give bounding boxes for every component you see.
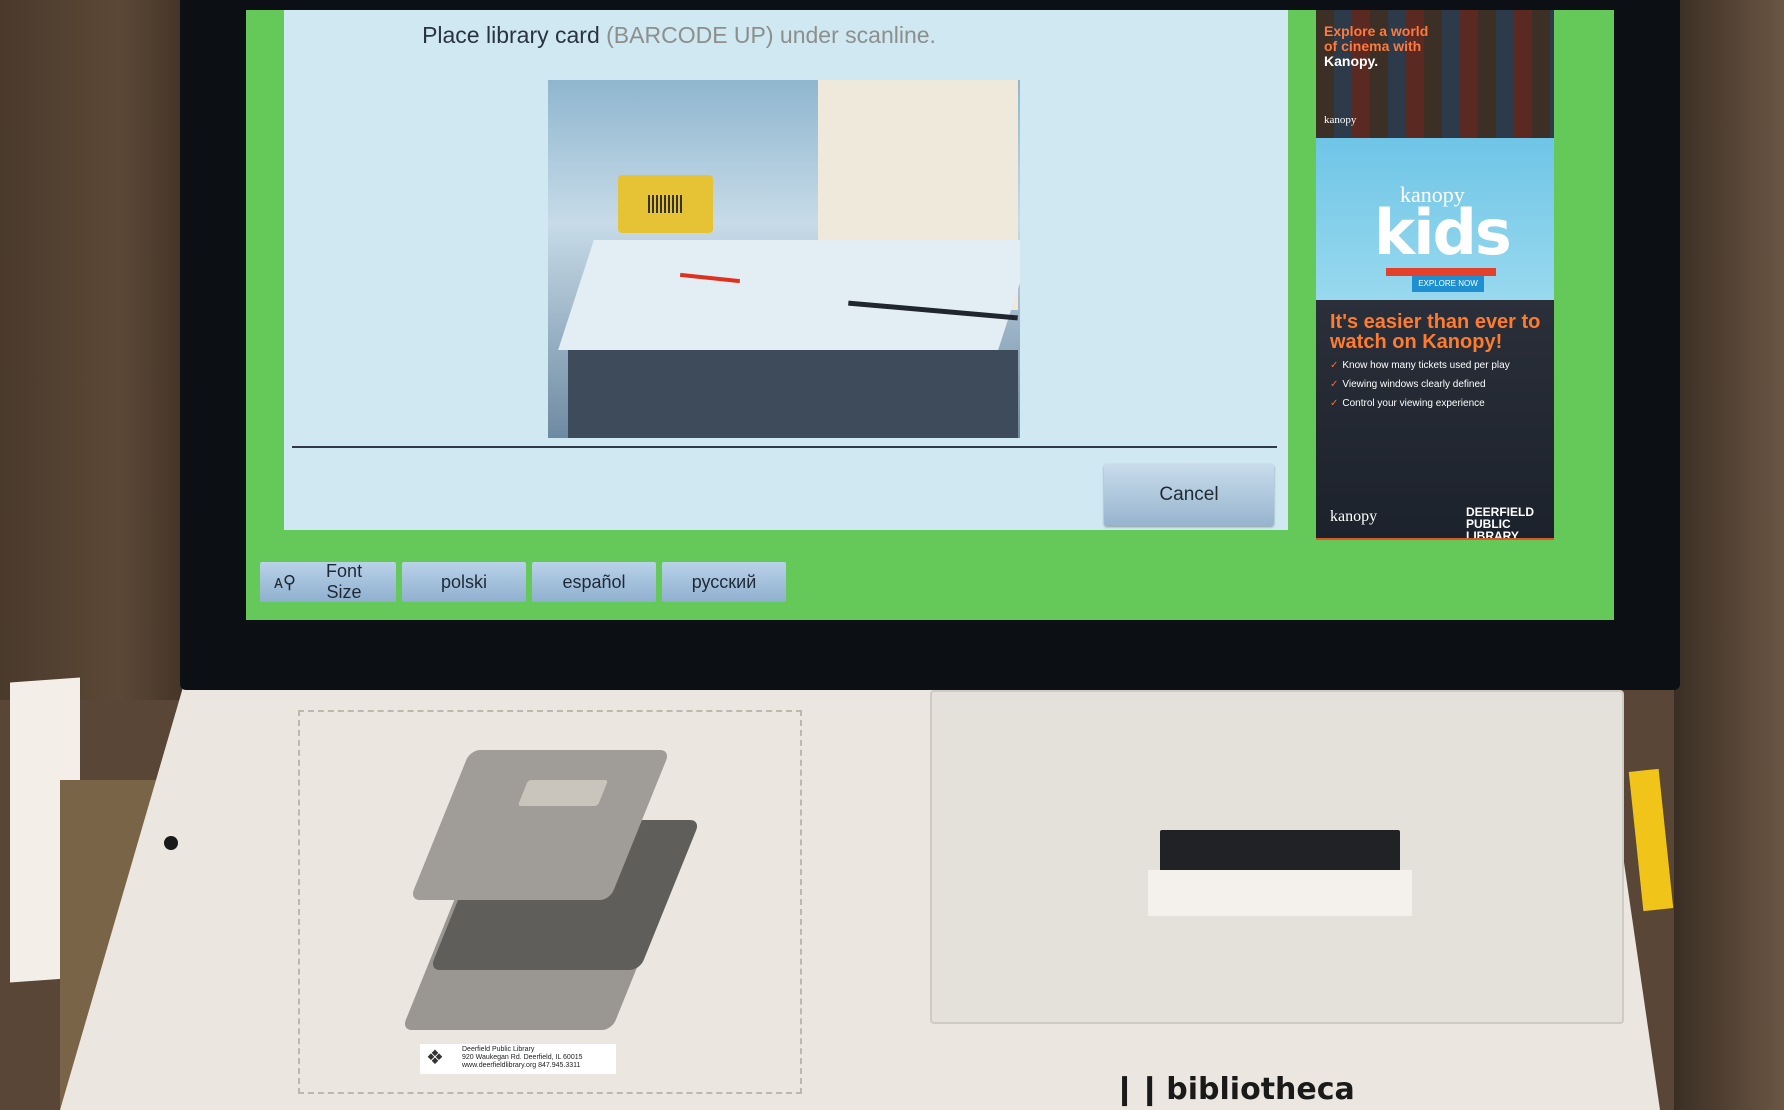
instruction-highlight: (BARCODE UP) under scanline. [606, 22, 936, 48]
ad-cinema-text: Explore a world of cinema with Kanopy. [1324, 24, 1434, 69]
instruction-text: Place library card [422, 22, 600, 48]
ad-cinema-section: Explore a world of cinema with Kanopy. k… [1316, 10, 1554, 138]
library-logo-icon: ❖ [426, 1047, 444, 1069]
ad-bullet: ✓ Viewing windows clearly defined [1330, 379, 1550, 390]
check-icon: ✓ [1330, 360, 1339, 371]
font-size-icon: ᴀ⚲ [274, 571, 297, 592]
illustration-scanner-front [568, 350, 1018, 438]
receipt-slot-lip [1148, 870, 1412, 916]
ad-footer-brand: kanopy [1330, 508, 1378, 525]
ad-kids-word: kids [1374, 196, 1512, 269]
ad-bullet: ✓ Control your viewing experience [1330, 398, 1550, 409]
warning-label [1628, 768, 1674, 912]
ad-cinema-tagline: Explore a world of cinema with [1324, 23, 1429, 54]
library-address-sticker: ❖ Deerfield Public Library 920 Waukegan … [420, 1044, 616, 1074]
cancel-button[interactable]: Cancel [1104, 464, 1274, 526]
ad-bullet-text: Control your viewing experience [1342, 398, 1485, 409]
books-icon [400, 740, 740, 1040]
ad-bullet-text: Know how many tickets used per play [1342, 360, 1510, 371]
kanopy-ad-panel[interactable]: Explore a world of cinema with Kanopy. k… [1316, 10, 1554, 540]
font-size-label: Font Size [326, 561, 363, 602]
language-button-espanol[interactable]: español [532, 562, 656, 602]
language-bar: ᴀ⚲ Font Size polski español русский [260, 561, 786, 602]
book-label [517, 780, 609, 806]
sticker-line-1: Deerfield Public Library [462, 1046, 535, 1053]
ad-small-brand: kanopy [1324, 114, 1357, 126]
language-button-russian[interactable]: русский [662, 562, 786, 602]
background-wall-left [0, 0, 200, 700]
sticker-line-2: 920 Waukegan Rd. Deerfield, IL 60015 [462, 1054, 583, 1061]
maker-name: bibliotheca [1166, 1072, 1355, 1107]
ad-bottom-strip [1316, 538, 1554, 540]
scan-illustration [548, 80, 1020, 438]
explore-now-button[interactable]: EXPLORE NOW [1412, 276, 1484, 292]
ad-headline: It's easier than ever to watch on Kanopy… [1330, 311, 1541, 353]
ad-bullet-list: ✓ Know how many tickets used per play ✓ Vi… [1330, 360, 1550, 417]
ad-kids-section: kanopy kids EXPLORE NOW [1316, 138, 1554, 300]
ad-kids-bar [1386, 268, 1496, 276]
panel-divider [292, 446, 1277, 448]
ad-info-section: It's easier than ever to watch on Kanopy… [1316, 300, 1554, 540]
ad-bullet: ✓ Know how many tickets used per play [1330, 360, 1550, 371]
background-wall-right [1674, 0, 1784, 1110]
font-size-button[interactable]: ᴀ⚲ Font Size [260, 561, 396, 602]
language-button-polski[interactable]: polski [402, 562, 526, 602]
screw-hole [164, 836, 178, 850]
check-icon: ✓ [1330, 398, 1339, 409]
ad-footer-library: DEERFIELD PUBLIC LIBRARY [1466, 505, 1535, 540]
illustration-scanner-surface [558, 240, 1020, 350]
check-icon: ✓ [1330, 379, 1339, 390]
ad-cinema-brand: Kanopy. [1324, 53, 1379, 69]
sticker-line-3: www.deerfieldlibrary.org 847.945.3311 [462, 1062, 581, 1069]
ad-bullet-text: Viewing windows clearly defined [1342, 379, 1486, 390]
logo-bars-icon: ❙❙ [1112, 1072, 1163, 1107]
scan-instruction: Place library card (BARCODE UP) under sc… [284, 22, 1074, 49]
bibliotheca-logo: ❙❙ bibliotheca [1112, 1072, 1355, 1107]
library-card-icon [618, 175, 713, 233]
barcode-icon [648, 195, 684, 213]
